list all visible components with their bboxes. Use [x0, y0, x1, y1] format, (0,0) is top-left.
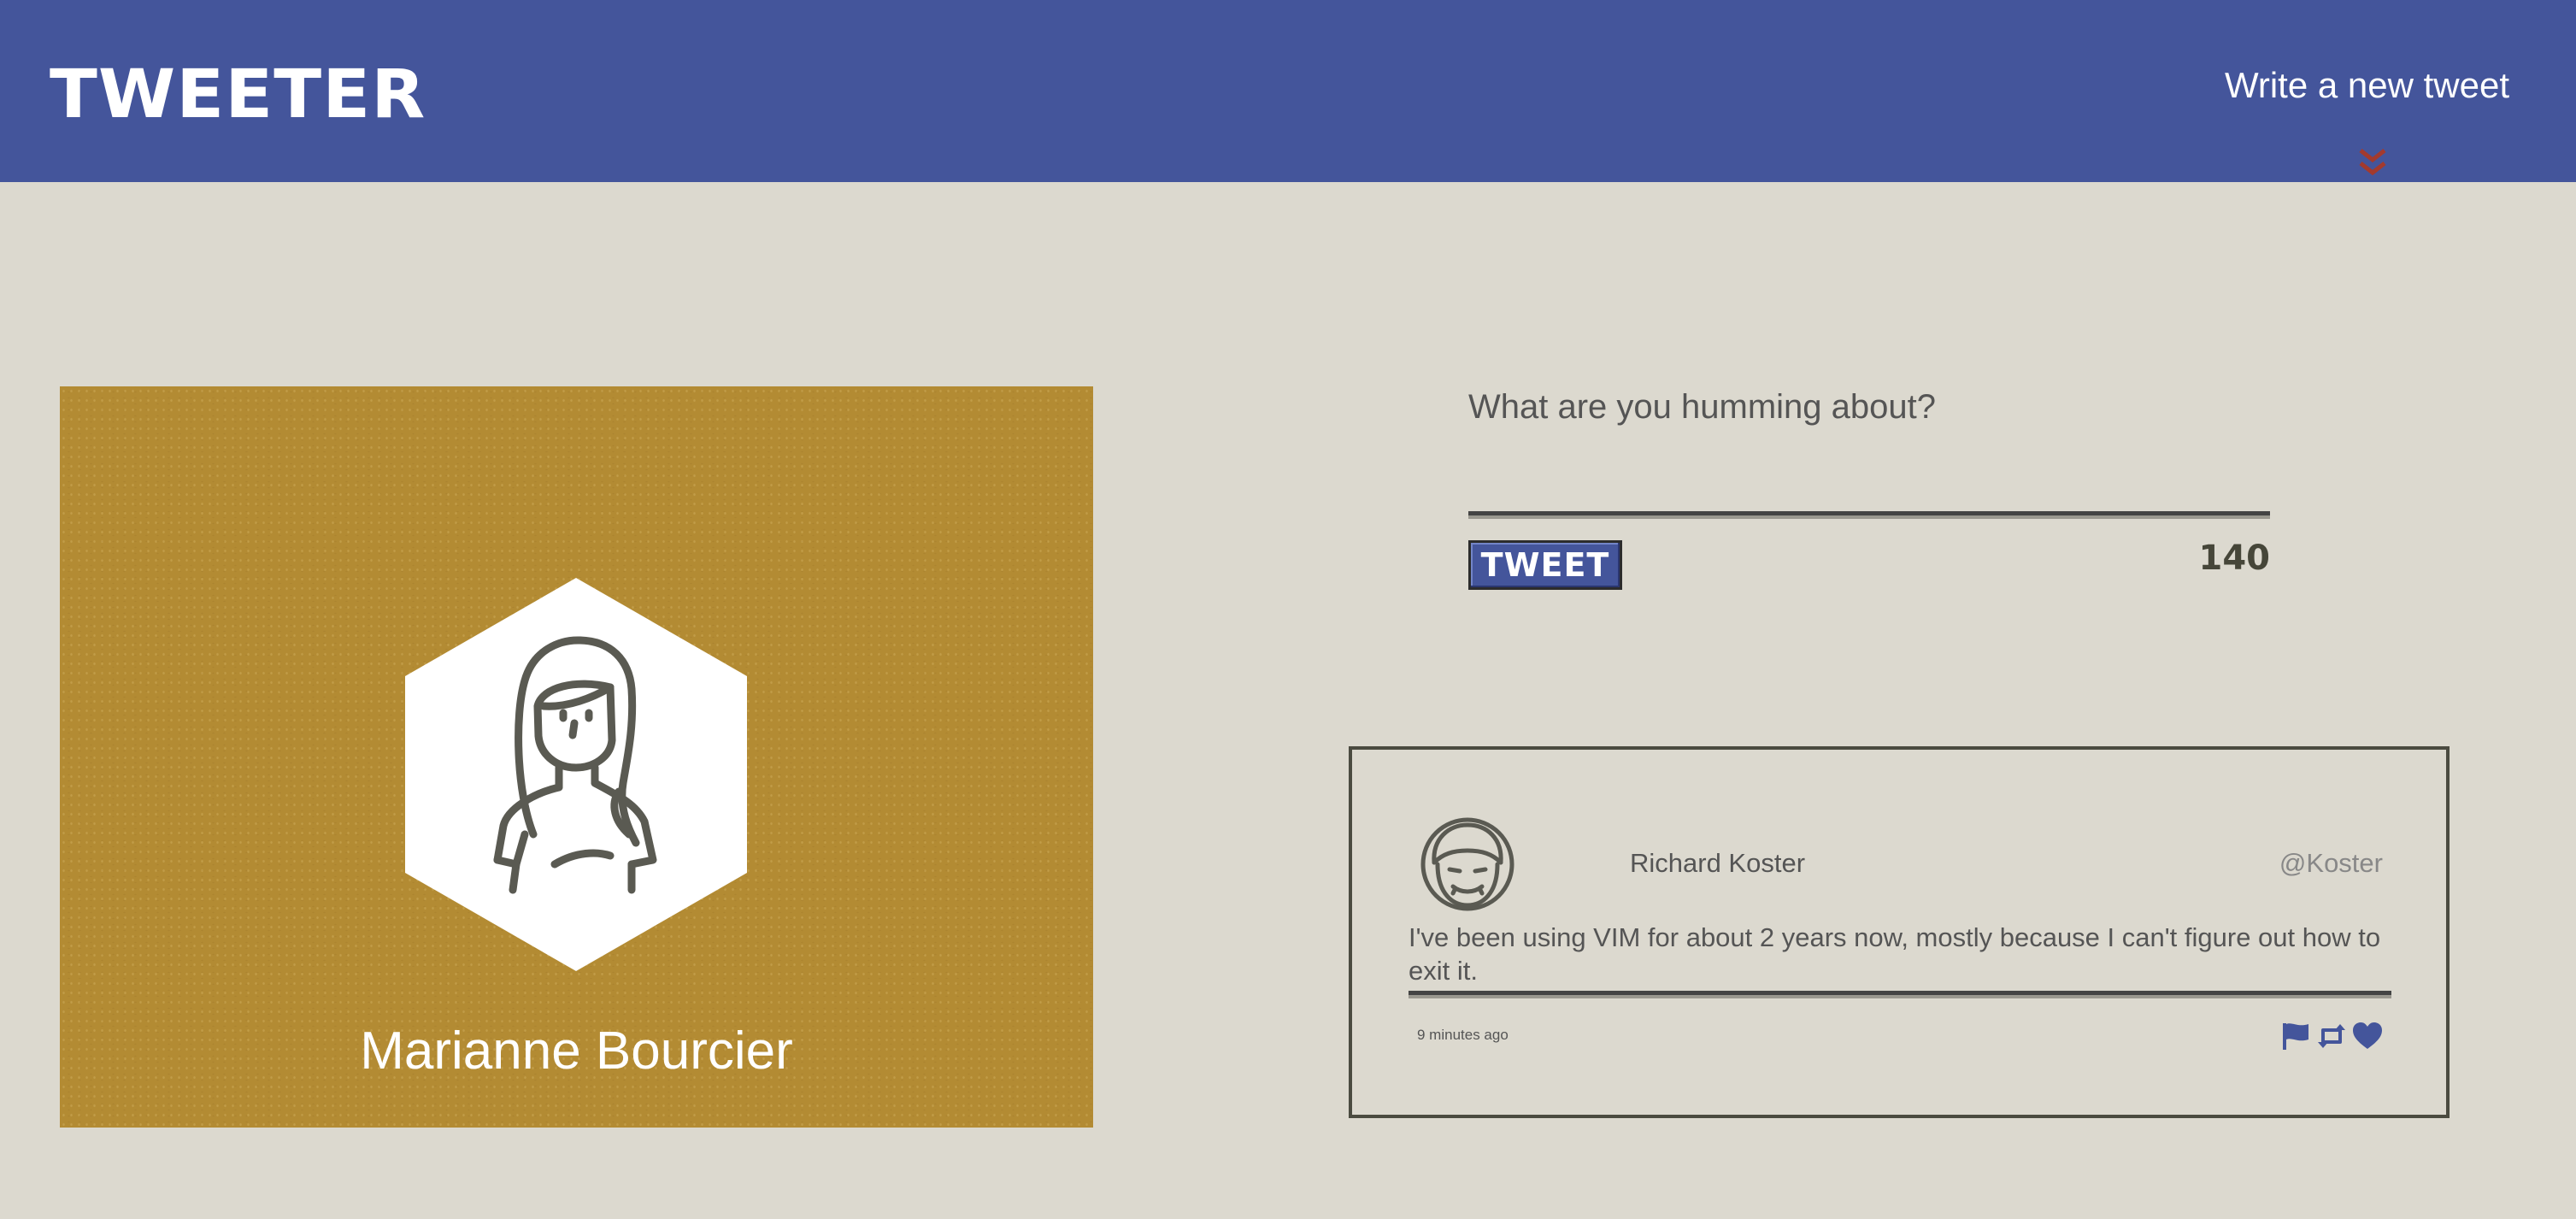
tweet-text: I've been using VIM for about 2 years no…: [1409, 922, 2381, 986]
new-tweet-form: TWEET 140: [1468, 385, 2270, 598]
write-new-tweet-link[interactable]: Write a new tweet: [2225, 65, 2509, 106]
tweet-divider: [1409, 991, 2391, 998]
tweet-card: Richard Koster @Koster I've been using V…: [1349, 746, 2450, 1118]
man-avatar-icon: [1420, 817, 1514, 911]
tweet-author-handle[interactable]: @Koster: [2279, 848, 2383, 879]
character-counter: 140: [2198, 539, 2271, 578]
brand-logo[interactable]: TWEETER: [50, 62, 426, 128]
top-nav-bar: TWEETER Write a new tweet: [0, 0, 2576, 182]
heart-icon[interactable]: [2352, 1022, 2383, 1051]
tweet-timestamp: 9 minutes ago: [1417, 1027, 1509, 1043]
tweet-author-name[interactable]: Richard Koster: [1630, 848, 1805, 879]
profile-name: Marianne Bourcier: [360, 1022, 793, 1081]
tweet-actions: [2280, 1022, 2383, 1051]
woman-avatar-icon: [405, 578, 747, 971]
double-chevron-down-icon[interactable]: [2355, 147, 2390, 180]
tweet-submit-button[interactable]: TWEET: [1468, 540, 1622, 590]
profile-card: Marianne Bourcier: [60, 386, 1093, 1128]
flag-icon[interactable]: [2280, 1022, 2311, 1051]
form-divider: [1468, 511, 2270, 519]
tweet-text-input[interactable]: [1468, 385, 2270, 513]
retweet-icon[interactable]: [2316, 1022, 2347, 1051]
